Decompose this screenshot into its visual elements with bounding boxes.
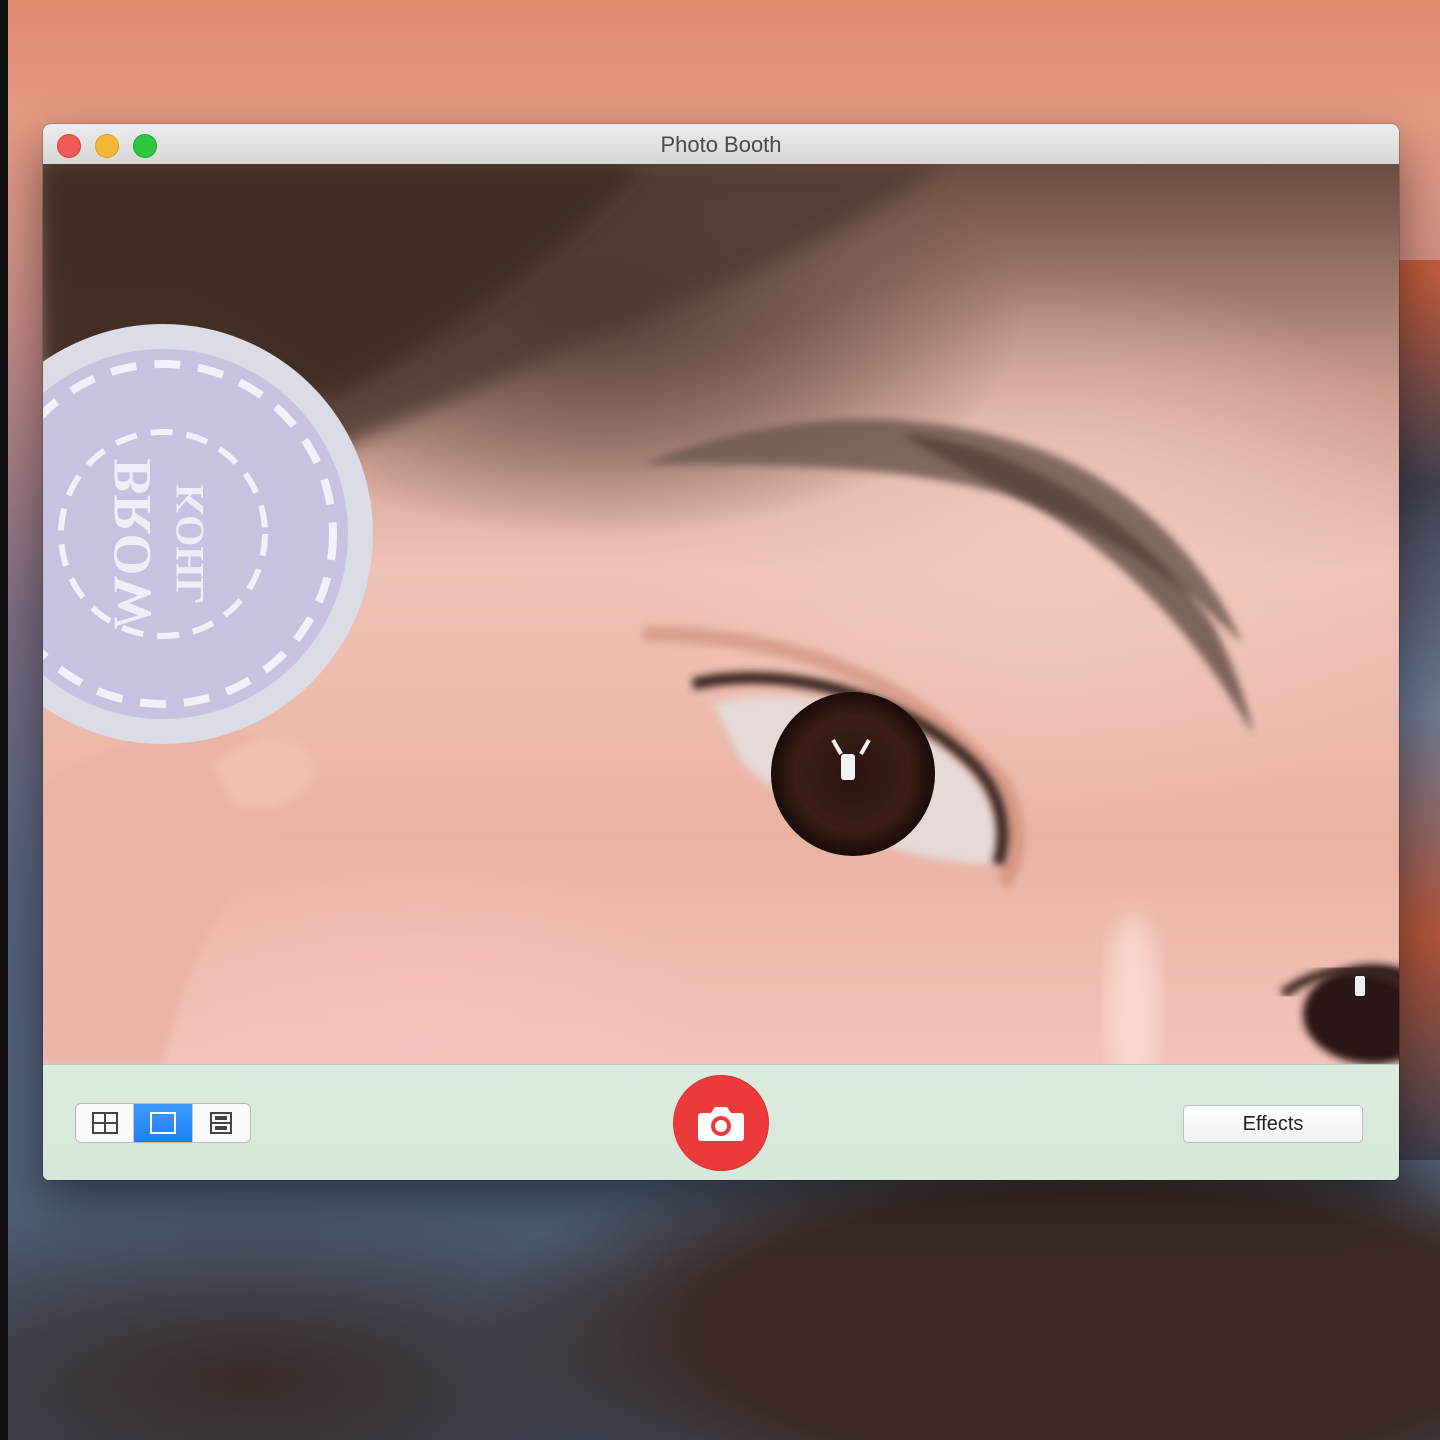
sticker-label: BROW KOHL: [102, 424, 263, 664]
effects-button[interactable]: Effects: [1183, 1105, 1363, 1143]
camera-icon: [698, 1107, 744, 1141]
sticker-text-brow: BROW: [102, 458, 162, 630]
take-photo-button[interactable]: [673, 1075, 769, 1171]
sticker-text-kohl: KOHL: [167, 483, 212, 605]
photo-booth-window: Photo Booth BROW KOHL Effects: [43, 124, 1399, 1180]
window-title: Photo Booth: [660, 132, 782, 157]
title-bar[interactable]: Photo Booth: [43, 124, 1399, 165]
filmstrip-icon: [210, 1112, 233, 1134]
single-frame-icon: [149, 1112, 176, 1134]
view-four-up-button[interactable]: [76, 1104, 135, 1142]
view-filmstrip-button[interactable]: [193, 1104, 250, 1142]
wallpaper-rock: [1398, 260, 1440, 1160]
camera-preview: BROW KOHL: [43, 164, 1399, 1064]
view-mode-segmented-control: [75, 1103, 251, 1143]
view-single-button[interactable]: [134, 1104, 193, 1142]
bottom-toolbar: Effects: [43, 1064, 1399, 1180]
grid-icon: [91, 1112, 118, 1134]
